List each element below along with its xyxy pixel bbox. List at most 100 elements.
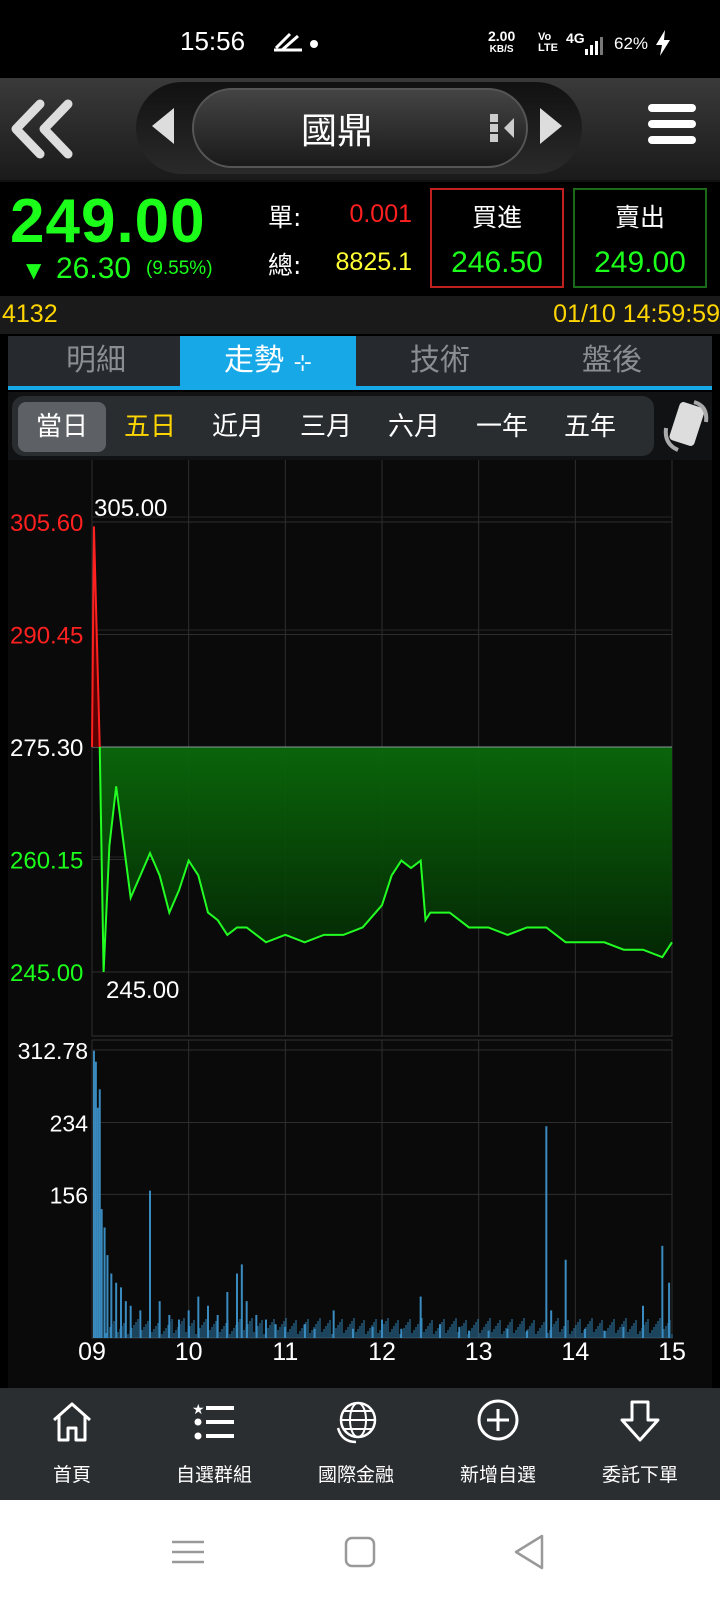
nav-watchlist-groups-label: 自選群組 — [175, 1464, 252, 1486]
intraday-chart[interactable]: 305.60 290.45 275.30 260.15 245.00 305.00 245.… — [8, 460, 712, 1388]
svg-text:★: ★ — [192, 1402, 205, 1418]
tab-trend[interactable]: 走勢 ⊹ — [180, 336, 356, 386]
buy-button[interactable]: 買進 246.50 — [430, 188, 564, 288]
tab-after-hours-label: 盤後 — [582, 343, 642, 378]
total-volume-label: 總: — [268, 251, 302, 280]
app-notification-icon — [272, 30, 306, 60]
tab-after-hours[interactable]: 盤後 — [524, 336, 700, 386]
nav-add-watchlist[interactable]: 新增自選 — [426, 1388, 570, 1500]
next-stock-arrow-icon[interactable] — [540, 108, 562, 144]
volte-icon: Vo LTE — [538, 32, 558, 54]
net-speed-value: 2.00 — [488, 28, 516, 44]
range-selector: 當日 五日 近月 三月 六月 一年 五年 — [8, 392, 712, 460]
volume-tick-label: 156 — [50, 1182, 88, 1208]
net-speed-unit: KB/S — [489, 44, 514, 55]
tab-trend-label: 走勢 — [224, 343, 284, 378]
low-price-annotation: 245.00 — [106, 977, 179, 1004]
info-line: 4132 01/10 14:59:59 — [0, 296, 720, 334]
app-header: 國鼎 — [0, 78, 720, 182]
nav-watchlist-groups[interactable]: ★ 自選群組 — [142, 1388, 286, 1500]
tab-details[interactable]: 明細 — [8, 336, 184, 386]
rotate-screen-icon[interactable] — [660, 398, 712, 454]
time-tick-label: 10 — [175, 1338, 203, 1366]
range-3m[interactable]: 三月 — [282, 402, 370, 452]
range-5d[interactable]: 五日 — [106, 402, 194, 452]
nav-home-label: 首頁 — [52, 1464, 91, 1486]
hamburger-menu-icon[interactable] — [648, 104, 696, 152]
single-volume-label: 單: — [268, 203, 302, 232]
time-tick-label: 11 — [272, 1338, 298, 1366]
tab-technical-label: 技術 — [410, 343, 470, 378]
total-volume-value: 8825.1 — [335, 248, 412, 276]
home-button-icon[interactable] — [338, 1530, 382, 1574]
range-5y[interactable]: 五年 — [546, 402, 634, 452]
down-triangle-icon: ▼ — [26, 258, 42, 282]
time-tick-label: 15 — [658, 1338, 686, 1366]
battery-level: 62% — [614, 34, 649, 53]
range-1y[interactable]: 一年 — [458, 402, 546, 452]
single-volume-value: 0.001 — [349, 200, 412, 228]
signal-icon — [585, 37, 603, 55]
network-type: 4G — [566, 30, 585, 46]
time-tick-label: 13 — [465, 1338, 493, 1366]
chart-canvas: 305.60 290.45 275.30 260.15 245.00 305.00 245.… — [10, 460, 686, 1366]
back-double-chevron-icon[interactable] — [8, 94, 78, 164]
quote-datetime: 01/10 14:59:59 — [553, 300, 720, 328]
last-price: 249.00 — [10, 187, 206, 256]
net-speed: 2.00 KB/S — [488, 28, 516, 56]
tab-technical[interactable]: 技術 — [352, 336, 528, 386]
price-tick-label: 260.15 — [10, 848, 83, 875]
price-line-up — [91, 526, 101, 748]
view-tabs: 明細 走勢 ⊹ 技術 盤後 — [8, 336, 712, 390]
time-tick-label: 12 — [368, 1338, 396, 1366]
order-down-icon — [620, 1400, 660, 1442]
nav-add-watchlist-label: 新增自選 — [459, 1464, 536, 1486]
notification-dot-icon — [310, 40, 318, 48]
price-tick-label: 275.30 — [10, 735, 83, 762]
price-area-fill — [99, 747, 672, 972]
collapse-icon[interactable]: ⊹ — [294, 351, 312, 376]
status-bar: 15:56 2.00 KB/S Vo LTE 4G 62% — [0, 0, 720, 78]
quote-panel: 249.00 ▼ 26.30 (9.55%) 單: 0.001 總: 8825.… — [0, 182, 720, 294]
nav-international-label: 國際金融 — [317, 1464, 394, 1486]
add-circle-icon — [477, 1399, 519, 1441]
grip-icon[interactable] — [490, 112, 518, 144]
range-today[interactable]: 當日 — [18, 402, 106, 452]
stock-code: 4132 — [2, 300, 58, 328]
price-tick-label: 290.45 — [10, 623, 83, 650]
volume-tick-label: 312.78 — [18, 1038, 88, 1064]
range-1m[interactable]: 近月 — [194, 402, 282, 452]
time-tick-label: 14 — [561, 1338, 589, 1366]
price-change: 26.30 — [56, 252, 132, 285]
bottom-nav: 首頁 ★ 自選群組 國際金融 新增自選 委託下單 — [0, 1388, 720, 1500]
home-icon — [53, 1402, 91, 1442]
nav-international[interactable]: 國際金融 — [284, 1388, 428, 1500]
nav-place-order[interactable]: 委託下單 — [568, 1388, 712, 1500]
price-tick-label: 245.00 — [10, 960, 83, 987]
nav-home[interactable]: 首頁 — [0, 1388, 144, 1500]
globe-icon — [336, 1401, 377, 1444]
range-6m[interactable]: 六月 — [370, 402, 458, 452]
sell-button[interactable]: 賣出 249.00 — [573, 188, 707, 288]
back-button-icon[interactable] — [508, 1530, 552, 1574]
charging-icon — [656, 30, 670, 56]
volte-bottom: LTE — [538, 42, 558, 54]
high-price-annotation: 305.00 — [94, 495, 167, 522]
range-bar: 當日 五日 近月 三月 六月 一年 五年 — [12, 396, 654, 456]
sell-label: 賣出 — [614, 203, 665, 232]
tab-details-label: 明細 — [66, 343, 126, 378]
price-tick-label: 305.60 — [10, 510, 83, 537]
stock-name[interactable]: 國鼎 — [192, 102, 482, 154]
time-tick-label: 09 — [78, 1338, 106, 1366]
list-icon: ★ — [192, 1402, 234, 1440]
status-time: 15:56 — [180, 26, 246, 56]
buy-price: 246.50 — [451, 246, 543, 279]
price-change-percent: (9.55%) — [146, 258, 213, 279]
volume-tick-label: 234 — [50, 1111, 89, 1137]
nav-place-order-label: 委託下單 — [601, 1464, 678, 1486]
prev-stock-arrow-icon[interactable] — [152, 108, 174, 144]
buy-label: 買進 — [471, 203, 522, 232]
sell-price: 249.00 — [594, 246, 686, 279]
system-nav-bar — [0, 1500, 720, 1600]
recent-apps-icon[interactable] — [166, 1530, 210, 1574]
